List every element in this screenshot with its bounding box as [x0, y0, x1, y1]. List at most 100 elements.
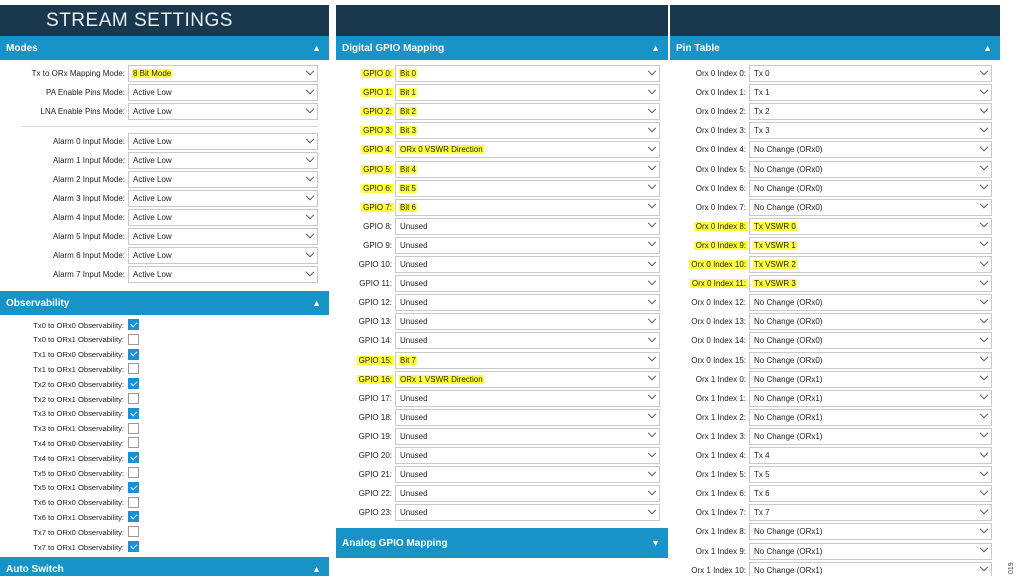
- chevron-down-icon[interactable]: [647, 295, 657, 305]
- analog-gpio-section-header[interactable]: Analog GPIO Mapping ▼: [336, 528, 668, 558]
- gpio-row-dropdown[interactable]: Unused: [395, 504, 660, 522]
- collapse-caret-icon[interactable]: ▲: [983, 43, 992, 53]
- observability-checkbox[interactable]: [128, 467, 139, 478]
- gpio-row-dropdown[interactable]: Unused: [395, 389, 660, 407]
- pin-row-dropdown[interactable]: No Change (ORx0): [749, 294, 992, 312]
- chevron-down-icon[interactable]: [979, 200, 989, 209]
- gpio-row-dropdown[interactable]: Bit 6: [395, 198, 660, 216]
- chevron-down-icon[interactable]: [979, 66, 989, 75]
- observability-section-header[interactable]: Observability ▲: [0, 291, 329, 315]
- gpio-row-dropdown[interactable]: Unused: [395, 217, 660, 235]
- chevron-down-icon[interactable]: [647, 410, 657, 419]
- pin-row-dropdown[interactable]: Tx VSWR 2: [749, 256, 992, 273]
- pin-row-dropdown[interactable]: Tx 4: [749, 447, 992, 464]
- collapse-caret-icon[interactable]: ▲: [312, 43, 321, 53]
- observability-checkbox[interactable]: [128, 481, 139, 493]
- chevron-down-icon[interactable]: [647, 505, 657, 515]
- chevron-down-icon[interactable]: [979, 238, 989, 247]
- chevron-down-icon[interactable]: [647, 142, 657, 152]
- chevron-down-icon[interactable]: [647, 314, 657, 324]
- gpio-row-dropdown[interactable]: Unused: [395, 275, 660, 293]
- pin-row-dropdown[interactable]: Tx 5: [749, 466, 992, 484]
- collapse-caret-icon[interactable]: ▲: [312, 298, 321, 308]
- pin-row-dropdown[interactable]: No Change (ORx0): [749, 160, 992, 178]
- chevron-down-icon[interactable]: [979, 563, 989, 572]
- chevron-down-icon[interactable]: [647, 238, 657, 247]
- gpio-row-dropdown[interactable]: Bit 0: [395, 65, 660, 82]
- chevron-down-icon[interactable]: [305, 134, 315, 143]
- chevron-down-icon[interactable]: [305, 248, 315, 257]
- mode-row-dropdown[interactable]: Active Low: [128, 103, 318, 120]
- chevron-down-icon[interactable]: [979, 352, 989, 362]
- chevron-down-icon[interactable]: [979, 104, 989, 114]
- chevron-down-icon[interactable]: [305, 191, 315, 200]
- observability-checkbox[interactable]: [128, 407, 139, 419]
- chevron-down-icon[interactable]: [647, 123, 657, 133]
- chevron-down-icon[interactable]: [979, 219, 989, 228]
- chevron-down-icon[interactable]: [647, 429, 657, 438]
- mode-row-dropdown[interactable]: Active Low: [128, 133, 318, 150]
- chevron-down-icon[interactable]: [979, 85, 989, 95]
- auto-switch-section-header[interactable]: Auto Switch ▲: [0, 557, 329, 576]
- chevron-down-icon[interactable]: [647, 486, 657, 496]
- chevron-down-icon[interactable]: [979, 314, 989, 324]
- gpio-row-dropdown[interactable]: Bit 3: [395, 122, 660, 140]
- chevron-down-icon[interactable]: [979, 486, 989, 496]
- chevron-down-icon[interactable]: [647, 200, 657, 209]
- observability-checkbox[interactable]: [128, 437, 139, 449]
- chevron-down-icon[interactable]: [305, 153, 315, 162]
- observability-checkbox[interactable]: [128, 496, 139, 508]
- chevron-down-icon[interactable]: [647, 161, 657, 171]
- observability-checkbox[interactable]: [128, 378, 139, 390]
- gpio-row-dropdown[interactable]: Unused: [395, 313, 660, 331]
- chevron-down-icon[interactable]: [647, 181, 657, 190]
- gpio-row-dropdown[interactable]: Unused: [395, 427, 660, 445]
- observability-checkbox[interactable]: [128, 363, 139, 375]
- chevron-down-icon[interactable]: [305, 267, 315, 276]
- digital-gpio-section-header[interactable]: Digital GPIO Mapping ▲: [336, 36, 668, 60]
- gpio-row-dropdown[interactable]: Unused: [395, 294, 660, 312]
- pin-row-dropdown[interactable]: No Change (ORx1): [749, 542, 992, 560]
- pin-row-dropdown[interactable]: No Change (ORx0): [749, 332, 992, 350]
- pin-row-dropdown[interactable]: Tx VSWR 3: [749, 275, 992, 293]
- mode-row-dropdown[interactable]: Active Low: [128, 228, 318, 245]
- observability-checkbox[interactable]: [128, 393, 139, 404]
- pin-row-dropdown[interactable]: No Change (ORx1): [749, 427, 992, 445]
- mode-row-dropdown[interactable]: Active Low: [128, 209, 318, 226]
- observability-checkbox[interactable]: [128, 333, 139, 345]
- gpio-row-dropdown[interactable]: Unused: [395, 447, 660, 464]
- observability-checkbox[interactable]: [128, 526, 139, 538]
- gpio-row-dropdown[interactable]: Unused: [395, 236, 660, 254]
- chevron-down-icon[interactable]: [979, 524, 989, 534]
- pin-row-dropdown[interactable]: Tx 2: [749, 103, 992, 121]
- chevron-down-icon[interactable]: [979, 161, 989, 171]
- chevron-down-icon[interactable]: [979, 123, 989, 133]
- chevron-down-icon[interactable]: [305, 172, 315, 181]
- gpio-row-dropdown[interactable]: Bit 2: [395, 103, 660, 121]
- chevron-down-icon[interactable]: [979, 333, 989, 343]
- observability-checkbox[interactable]: [128, 511, 139, 523]
- chevron-down-icon[interactable]: [979, 372, 989, 381]
- gpio-row-dropdown[interactable]: Bit 4: [395, 160, 660, 178]
- chevron-down-icon[interactable]: [647, 448, 657, 457]
- pin-row-dropdown[interactable]: Tx 0: [749, 65, 992, 82]
- chevron-down-icon[interactable]: [647, 467, 657, 477]
- chevron-down-icon[interactable]: [979, 543, 989, 553]
- chevron-down-icon[interactable]: [647, 352, 657, 362]
- chevron-down-icon[interactable]: [305, 210, 315, 219]
- collapse-caret-icon[interactable]: ▲: [312, 564, 321, 574]
- pin-row-dropdown[interactable]: No Change (ORx0): [749, 198, 992, 216]
- mode-row-dropdown[interactable]: Active Low: [128, 247, 318, 264]
- mode-row-dropdown[interactable]: Active Low: [128, 266, 318, 283]
- chevron-down-icon[interactable]: [647, 276, 657, 286]
- chevron-down-icon[interactable]: [979, 448, 989, 457]
- expand-caret-icon[interactable]: ▼: [651, 538, 660, 548]
- pin-row-dropdown[interactable]: No Change (ORx0): [749, 351, 992, 369]
- pin-row-dropdown[interactable]: Tx 1: [749, 84, 992, 102]
- gpio-row-dropdown[interactable]: ORx 1 VSWR Direction: [395, 370, 660, 388]
- chevron-down-icon[interactable]: [979, 429, 989, 438]
- gpio-row-dropdown[interactable]: Bit 5: [395, 179, 660, 197]
- pin-row-dropdown[interactable]: No Change (ORx0): [749, 179, 992, 197]
- mode-row-dropdown[interactable]: Active Low: [128, 84, 318, 101]
- chevron-down-icon[interactable]: [979, 410, 989, 419]
